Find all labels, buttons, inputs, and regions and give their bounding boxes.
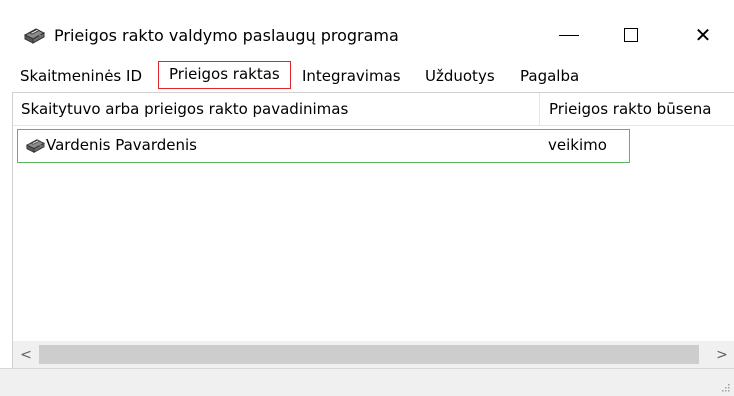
menu-item-tasks[interactable]: Užduotys	[425, 62, 495, 90]
column-header-name[interactable]: Skaitytuvo arba prieigos rakto pavadinim…	[21, 93, 348, 125]
maximize-icon	[624, 28, 638, 42]
resize-grip-icon[interactable]	[720, 382, 730, 392]
scrollbar-thumb[interactable]	[39, 345, 699, 364]
scroll-right-button[interactable]: >	[709, 341, 734, 368]
menu-item-access-key[interactable]: Prieigos raktas	[158, 61, 291, 89]
column-header-status[interactable]: Prieigos rakto būsena	[549, 93, 711, 125]
device-list: Skaitytuvo arba prieigos rakto pavadinim…	[12, 92, 734, 388]
device-status: veikimo	[548, 136, 607, 154]
menu-bar: Skaitmeninės ID Prieigos raktas Integrav…	[0, 61, 734, 90]
app-window: Prieigos rakto valdymo paslaugų programa…	[0, 0, 734, 396]
list-header: Skaitytuvo arba prieigos rakto pavadinim…	[13, 93, 734, 126]
minimize-icon	[559, 34, 579, 36]
close-button[interactable]: ✕	[680, 16, 726, 54]
horizontal-scrollbar[interactable]: < >	[13, 341, 734, 368]
menu-item-digital-id[interactable]: Skaitmeninės ID	[20, 62, 142, 90]
column-divider[interactable]	[539, 93, 540, 125]
printer-icon	[23, 28, 46, 44]
menu-item-integration[interactable]: Integravimas	[302, 62, 401, 90]
close-icon: ✕	[694, 23, 712, 47]
maximize-button[interactable]	[608, 16, 654, 54]
title-bar[interactable]: Prieigos rakto valdymo paslaugų programa…	[0, 0, 734, 62]
chevron-left-icon: <	[20, 346, 32, 363]
chevron-right-icon: >	[716, 346, 728, 363]
window-title: Prieigos rakto valdymo paslaugų programa	[54, 26, 399, 45]
device-name: Vardenis Pavardenis	[46, 136, 197, 154]
status-bar	[0, 368, 734, 396]
scroll-left-button[interactable]: <	[13, 341, 39, 368]
list-item[interactable]: Vardenis Pavardenis veikimo	[17, 129, 630, 163]
menu-item-help[interactable]: Pagalba	[520, 62, 579, 90]
minimize-button[interactable]	[546, 16, 592, 54]
printer-icon	[25, 139, 45, 154]
